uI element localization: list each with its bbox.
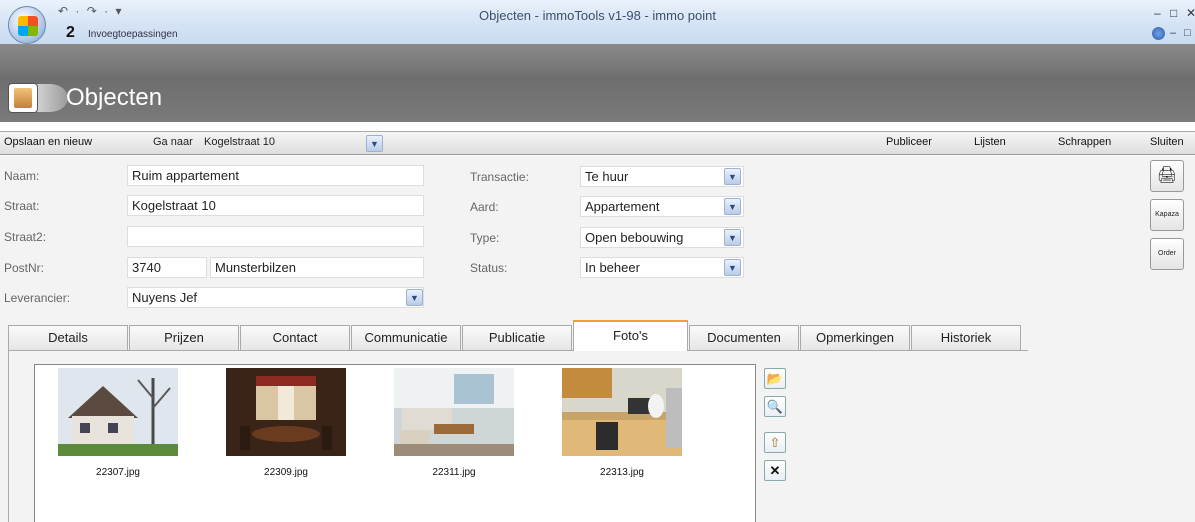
status-combo[interactable]: In beheer: [580, 257, 744, 278]
type-combo[interactable]: Open bebouwing: [580, 227, 744, 248]
photo-filename: 22313.jpg: [600, 467, 644, 478]
naam-label: Naam:: [4, 169, 40, 183]
ribbon-tab-addins[interactable]: Invoegtoepassingen: [88, 29, 178, 40]
straat2-label: Straat2:: [4, 230, 47, 244]
status-chevron-down-icon[interactable]: ▼: [724, 259, 741, 276]
tab-communicatie[interactable]: Communicatie: [351, 325, 461, 350]
leverancier-label: Leverancier:: [4, 291, 71, 305]
transactie-chevron-down-icon[interactable]: ▼: [724, 168, 741, 185]
aard-combo[interactable]: Appartement: [580, 196, 744, 217]
save-new-button[interactable]: Opslaan en nieuw: [4, 136, 92, 148]
naam-field[interactable]: Ruim appartement: [127, 165, 424, 186]
contact-card-icon: [8, 83, 38, 113]
tab-documenten[interactable]: Documenten: [689, 325, 799, 350]
tab-contact[interactable]: Contact: [240, 325, 350, 350]
delete-button[interactable]: Schrappen: [1058, 136, 1111, 148]
minimize-button[interactable]: –: [1154, 6, 1161, 20]
tab-publicatie[interactable]: Publicatie: [462, 325, 572, 350]
postnr-field[interactable]: 3740: [127, 257, 207, 278]
transactie-label: Transactie:: [470, 170, 529, 184]
gemeente-field[interactable]: Munsterbilzen: [210, 257, 424, 278]
leverancier-combo[interactable]: Nuyens Jef: [127, 287, 424, 308]
photo-filename: 22311.jpg: [432, 467, 476, 478]
photo-thumbnail[interactable]: [226, 368, 346, 456]
tab-historiek[interactable]: Historiek: [911, 325, 1021, 350]
export-icon[interactable]: ⇧: [764, 432, 786, 453]
leverancier-chevron-down-icon[interactable]: ▼: [406, 289, 423, 306]
straat2-field[interactable]: [127, 226, 424, 247]
tab-details[interactable]: Details: [8, 325, 128, 350]
printer-icon: 🖨: [1156, 167, 1178, 184]
tab-strip-line: [8, 350, 1028, 351]
lists-button[interactable]: Lijsten: [974, 136, 1006, 148]
photo-filename: 22309.jpg: [264, 467, 308, 478]
maximize-button[interactable]: □: [1170, 6, 1177, 20]
type-chevron-down-icon[interactable]: ▼: [724, 229, 741, 246]
type-label: Type:: [470, 231, 500, 245]
aard-chevron-down-icon[interactable]: ▼: [724, 198, 741, 215]
print-button[interactable]: 🖨: [1150, 160, 1184, 192]
page-title: Objecten: [66, 84, 163, 111]
photo-filename: 22307.jpg: [96, 467, 140, 478]
delete-icon[interactable]: ✕: [764, 460, 786, 481]
goto-label: Ga naar: [153, 136, 193, 148]
open-folder-icon[interactable]: 📂: [764, 368, 786, 389]
zoom-icon[interactable]: 🔍: [764, 396, 786, 417]
close-button[interactable]: Sluiten: [1150, 136, 1184, 148]
goto-combo[interactable]: Kogelstraat 10: [204, 136, 275, 148]
step-number: 2: [66, 24, 75, 41]
form-header: [0, 44, 1195, 122]
aard-label: Aard:: [470, 200, 499, 214]
help-icon[interactable]: [1152, 27, 1165, 40]
tab-opmerkingen[interactable]: Opmerkingen: [800, 325, 910, 350]
goto-chevron-down-icon[interactable]: ▼: [366, 135, 383, 152]
photo-thumbnail[interactable]: [562, 368, 682, 456]
panel-border: [8, 350, 9, 522]
status-label: Status:: [470, 261, 508, 275]
straat-label: Straat:: [4, 199, 40, 213]
tab-fotos[interactable]: Foto's: [573, 320, 688, 351]
transactie-combo[interactable]: Te huur: [580, 166, 744, 187]
photo-thumbnail[interactable]: [58, 368, 178, 456]
publish-button[interactable]: Publiceer: [886, 136, 932, 148]
tab-prijzen[interactable]: Prijzen: [129, 325, 239, 350]
kapaza-button[interactable]: Kapaza: [1150, 199, 1184, 231]
close-window-button[interactable]: ✕: [1186, 6, 1195, 20]
doc-minimize-button[interactable]: –: [1170, 27, 1176, 39]
photo-thumbnail[interactable]: [394, 368, 514, 456]
order-button[interactable]: Order: [1150, 238, 1184, 270]
doc-restore-button[interactable]: □: [1184, 27, 1191, 39]
window-title: Objecten - immoTools v1-98 - immo point: [479, 8, 716, 23]
straat-field[interactable]: Kogelstraat 10: [127, 195, 424, 216]
postnr-label: PostNr:: [4, 261, 45, 275]
